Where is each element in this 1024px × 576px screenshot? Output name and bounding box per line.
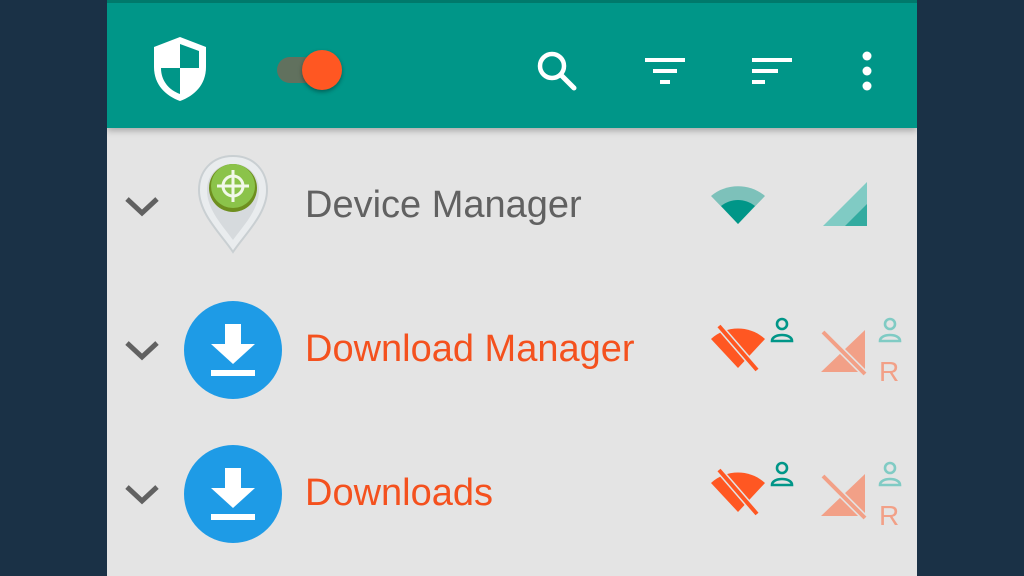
search-icon[interactable]: [527, 41, 587, 101]
roaming-label: R: [879, 356, 900, 387]
roaming-label: R: [879, 500, 900, 531]
download-icon: [183, 444, 283, 549]
wifi-lan-user-icon: [769, 316, 795, 349]
toggle-thumb: [302, 50, 342, 90]
app-name: Downloads: [305, 472, 493, 514]
sort-icon[interactable]: [742, 41, 802, 101]
app-screen: Device Manager Download Manager R Downlo…: [107, 0, 917, 576]
shield-icon[interactable]: [147, 33, 213, 105]
more-vert-icon[interactable]: [842, 41, 892, 101]
device-manager-locator-icon: [195, 152, 271, 261]
wifi-allowed-icon[interactable]: [709, 182, 767, 233]
download-icon: [183, 300, 283, 405]
enable-toggle-switch[interactable]: [272, 43, 352, 95]
mobile-data-allowed-icon[interactable]: [819, 180, 871, 235]
chevron-down-icon[interactable]: [119, 186, 165, 226]
app-name: Download Manager: [305, 328, 635, 370]
app-row-device-manager[interactable]: Device Manager: [107, 138, 917, 278]
mobile-data-blocked-icon[interactable]: [819, 472, 869, 525]
wifi-blocked-icon[interactable]: [709, 466, 767, 523]
mobile-data-blocked-icon[interactable]: [819, 328, 869, 381]
wifi-blocked-icon[interactable]: [709, 322, 767, 379]
app-name: Device Manager: [305, 184, 582, 226]
chevron-down-icon[interactable]: [119, 330, 165, 370]
app-row-downloads[interactable]: Downloads R: [107, 426, 917, 566]
filter-icon[interactable]: [635, 41, 695, 101]
toolbar: [107, 0, 917, 128]
chevron-down-icon[interactable]: [119, 474, 165, 514]
roaming-user-icon: [877, 460, 903, 493]
wifi-lan-user-icon: [769, 460, 795, 493]
app-row-download-manager[interactable]: Download Manager R: [107, 282, 917, 422]
roaming-user-icon: [877, 316, 903, 349]
